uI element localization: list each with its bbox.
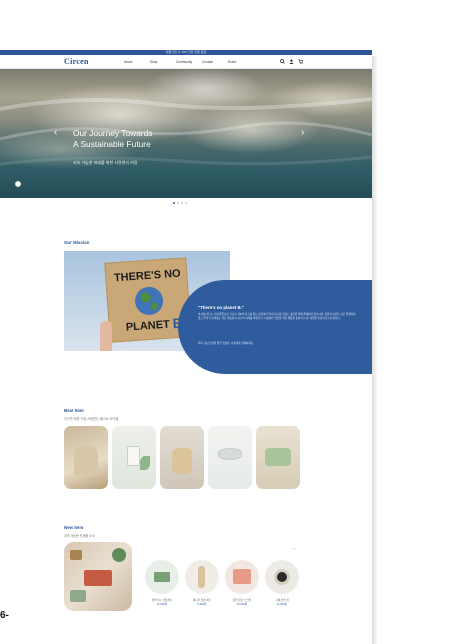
web-page: 회원가입 시 10% 할인 쿠폰 증정 Circen About Shop Co… xyxy=(0,50,372,644)
arrow-right-icon[interactable]: → xyxy=(290,545,297,552)
product-circle-2[interactable] xyxy=(185,560,219,594)
header-icons xyxy=(280,59,303,64)
product-circle-4[interactable] xyxy=(265,560,299,594)
product-circle-1[interactable] xyxy=(145,560,179,594)
slider-dot[interactable] xyxy=(181,202,183,204)
slider-dot[interactable] xyxy=(177,202,179,204)
product-card-soap-dish[interactable] xyxy=(256,426,300,489)
hero-banner: Our Journey Towards A Sustainable Future… xyxy=(0,69,372,198)
nav-about[interactable]: About xyxy=(124,60,150,64)
product-price: 15,000원 xyxy=(236,602,248,606)
nav-shop[interactable]: Shop xyxy=(150,60,176,64)
product-name: 대나무 칫솔 세트 xyxy=(192,599,212,602)
slider-dot[interactable] xyxy=(185,202,187,204)
cart-icon[interactable] xyxy=(298,59,303,64)
user-icon[interactable] xyxy=(289,59,294,64)
logo[interactable]: Circen xyxy=(64,57,89,66)
sign-text-line2: PLANET xyxy=(125,319,170,334)
product-card-soap-bag[interactable] xyxy=(64,426,108,489)
product-caption-2: 대나무 칫솔 세트 8,000원 xyxy=(182,599,222,606)
sign-text-line1: THERE'S NO xyxy=(114,268,182,285)
slider-dot[interactable] xyxy=(173,202,175,204)
hand-holding-sign xyxy=(100,321,112,351)
product-name: 천연 향균 스크럽 xyxy=(232,599,252,602)
site-header: Circen About Shop Community Contact Even… xyxy=(0,55,372,69)
product-caption-1: 천연 비누 선물세트 12,000원 xyxy=(142,599,182,606)
mission-statement-box xyxy=(178,280,372,374)
product-price: 8,000원 xyxy=(197,602,207,606)
product-caption-4: 고체 샴푸 바 11,000원 xyxy=(262,599,302,606)
hero-title-line2: A Sustainable Future xyxy=(73,139,151,149)
product-circle-3[interactable] xyxy=(225,560,259,594)
main-nav: About Shop Community Contact Event xyxy=(124,60,254,64)
new-item-feature-image[interactable] xyxy=(64,542,132,611)
mission-statement-body: 이 세상 지구는 하나뿐입니다. 지구는 제2의 지구를 찾는 동안에 우리의 … xyxy=(198,313,356,321)
best-item-subtitle: 지구를 위한 가장 사랑받는 베스트 아이템 xyxy=(64,417,119,421)
nav-event[interactable]: Event xyxy=(228,60,254,64)
mission-statement-title: "There's no planet B." xyxy=(198,305,244,310)
search-icon[interactable] xyxy=(280,59,285,64)
product-caption-3: 천연 향균 스크럽 15,000원 xyxy=(222,599,262,606)
product-card-loofah[interactable] xyxy=(160,426,204,489)
new-item-subtitle: 지속가능한 신제품 소식 xyxy=(64,534,96,538)
product-card-tin[interactable] xyxy=(208,426,252,489)
product-price: 12,000원 xyxy=(156,602,168,606)
chevron-left-icon[interactable]: ‹ xyxy=(54,128,57,138)
product-price: 11,000원 xyxy=(276,602,288,606)
hero-subtitle: 지속 가능한 미래를 위한 서큐렌의 여정 xyxy=(73,160,138,165)
product-card-jar[interactable] xyxy=(112,426,156,489)
slider-dots xyxy=(173,202,187,204)
page-number: 6- xyxy=(0,610,9,621)
new-item-heading: New Item xyxy=(64,525,84,530)
product-name: 천연 비누 선물세트 xyxy=(151,599,173,602)
chevron-right-icon[interactable]: › xyxy=(301,128,304,138)
mission-statement-foot: 지속 가능한 삶을 위한 첫걸음, 서큐렌과 함께하세요. xyxy=(198,342,254,345)
mission-heading: Our Mission xyxy=(64,240,90,245)
nav-community[interactable]: Community xyxy=(176,60,202,64)
product-name: 고체 샴푸 바 xyxy=(275,599,289,602)
slider-handle[interactable] xyxy=(15,181,21,187)
best-item-heading: Best Item xyxy=(64,408,84,413)
nav-contact[interactable]: Contact xyxy=(202,60,228,64)
hero-title: Our Journey Towards A Sustainable Future xyxy=(73,128,152,150)
mockup-stage: 회원가입 시 10% 할인 쿠폰 증정 Circen About Shop Co… xyxy=(0,0,457,644)
hero-title-line1: Our Journey Towards xyxy=(73,128,153,138)
